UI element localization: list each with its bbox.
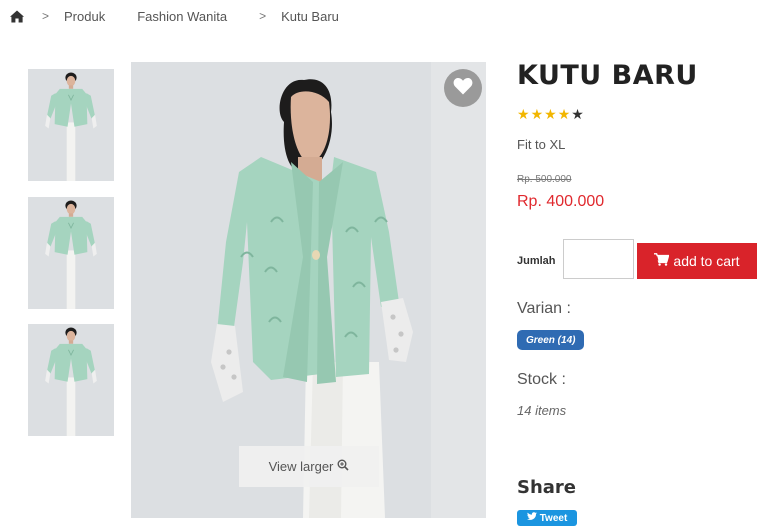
view-larger-label: View larger bbox=[268, 459, 334, 474]
product-thumbnail[interactable] bbox=[28, 197, 114, 309]
twitter-bird-icon bbox=[526, 512, 537, 524]
product-thumbnail[interactable] bbox=[28, 324, 114, 436]
zoom-in-icon bbox=[337, 459, 349, 474]
star-filled-icon: ★ bbox=[544, 106, 557, 122]
breadcrumb-separator: > bbox=[42, 9, 50, 23]
shopping-cart-icon bbox=[654, 253, 670, 269]
add-to-cart-button[interactable]: add to cart bbox=[637, 243, 757, 279]
quantity-label: Jumlah bbox=[517, 255, 556, 267]
product-thumbnail[interactable] bbox=[28, 69, 114, 181]
variant-badge[interactable]: Green (14) bbox=[517, 330, 585, 350]
product-fit: Fit to XL bbox=[517, 137, 566, 152]
sale-price: Rp. 400.000 bbox=[517, 193, 605, 210]
tweet-label: Tweet bbox=[539, 512, 568, 524]
product-title: KUTU BARU bbox=[517, 60, 698, 91]
wishlist-button[interactable] bbox=[444, 69, 482, 107]
original-price: Rp. 500.000 bbox=[517, 174, 572, 185]
view-larger-button[interactable]: View larger bbox=[239, 446, 379, 487]
star-filled-icon: ★ bbox=[530, 106, 544, 122]
share-heading: Share bbox=[517, 477, 577, 498]
stock-label: Stock : bbox=[517, 371, 566, 388]
stock-value: 14 items bbox=[517, 403, 567, 418]
rating-stars: ★ ★ ★ ★ ★ bbox=[517, 107, 584, 121]
star-empty-icon: ★ bbox=[571, 106, 584, 122]
breadcrumb-separator: > bbox=[259, 9, 267, 23]
breadcrumb: > Produk Fashion Wanita > Kutu Baru bbox=[10, 7, 339, 25]
star-filled-icon: ★ bbox=[517, 106, 530, 122]
star-filled-icon: ★ bbox=[557, 106, 571, 122]
breadcrumb-item-fashion-wanita[interactable]: Fashion Wanita bbox=[137, 9, 227, 24]
breadcrumb-item-kutu-baru: Kutu Baru bbox=[281, 8, 339, 24]
heart-icon bbox=[453, 77, 473, 100]
breadcrumb-item-produk[interactable]: Produk bbox=[64, 9, 105, 24]
add-to-cart-label: add to cart bbox=[673, 253, 740, 269]
home-icon[interactable] bbox=[10, 10, 24, 23]
tweet-button[interactable]: Tweet bbox=[517, 510, 577, 526]
quantity-input[interactable] bbox=[563, 239, 634, 279]
variants-label: Varian : bbox=[517, 300, 571, 317]
